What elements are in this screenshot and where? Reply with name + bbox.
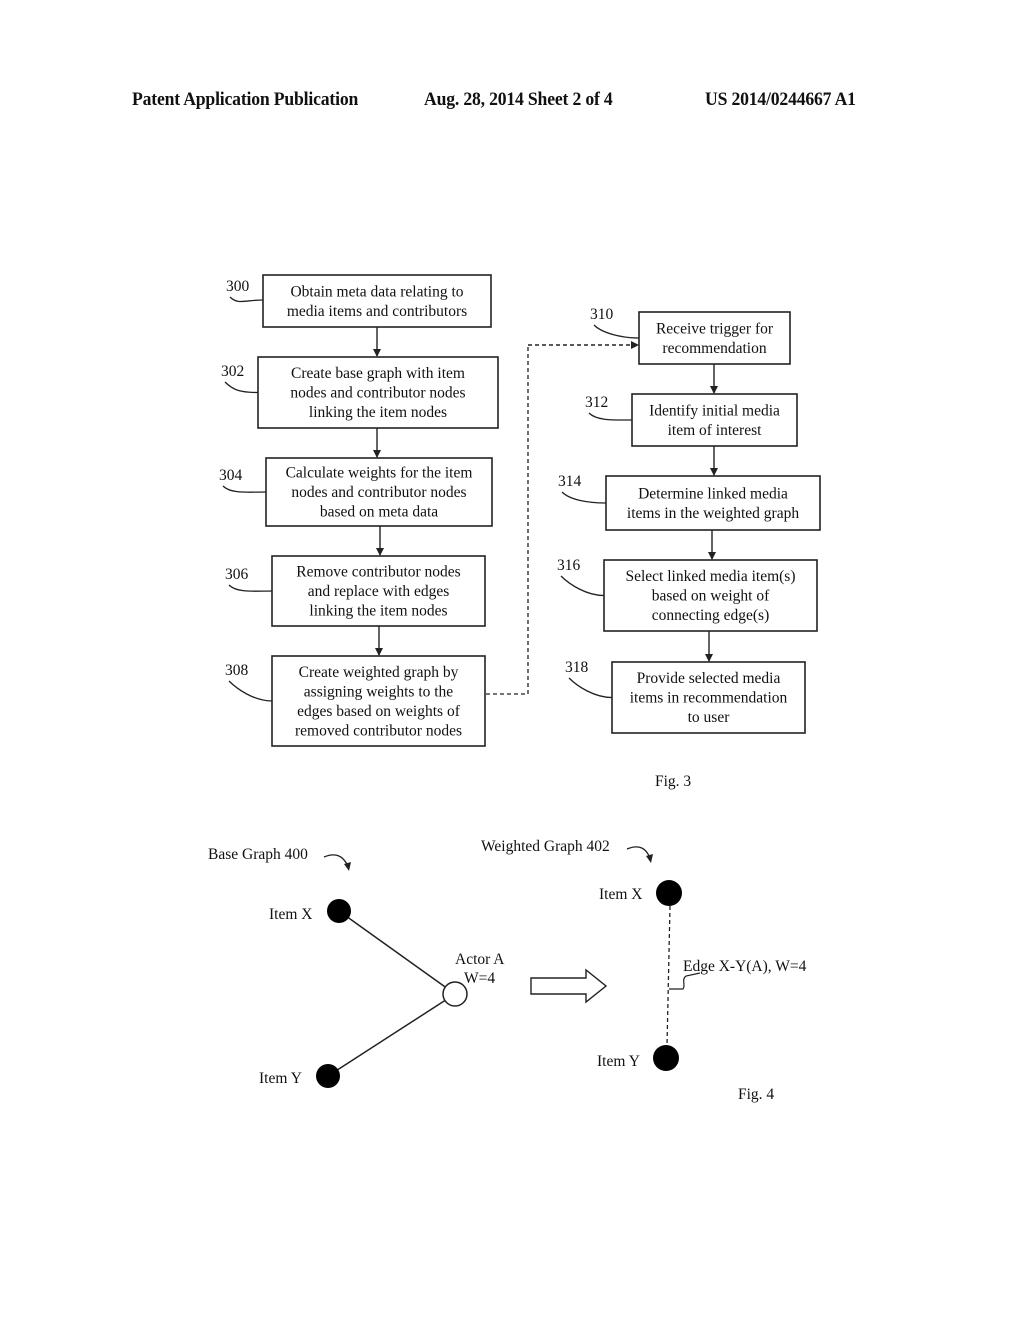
flow-step-text: edges based on weights of	[297, 703, 461, 720]
reference-numeral: 312	[585, 394, 608, 411]
flow-step-text: items in recommendation	[630, 690, 788, 707]
flow-step-text: nodes and contributor nodes	[291, 484, 466, 501]
figure-3-caption: Fig. 3	[655, 773, 691, 790]
base-graph: Base Graph 400 Item X Item Y Actor A W=4	[208, 846, 505, 1088]
edge-item-x-actor	[338, 910, 456, 995]
reference-leader	[228, 680, 273, 702]
item-y-label: Item Y	[259, 1070, 302, 1087]
base-graph-pointer-head	[344, 862, 351, 871]
flow-step-text: and replace with edges	[308, 583, 450, 600]
reference-numeral: 304	[219, 467, 243, 484]
weighted-edge-x-y	[666, 905, 671, 1047]
flow-step-text: Create weighted graph by	[299, 664, 459, 681]
actor-a-weight: W=4	[464, 970, 495, 987]
flow-step-text: Determine linked media	[638, 485, 788, 502]
reference-numeral: 302	[221, 363, 244, 380]
flow-step-text: Provide selected media	[637, 670, 781, 687]
weighted-graph-title: Weighted Graph 402	[481, 838, 610, 855]
flow-step-302: Create base graph with item nodes and con…	[221, 356, 499, 429]
reference-leader	[568, 677, 613, 699]
figure-3-flowchart: Obtain meta data relating to media items …	[219, 274, 821, 747]
flow-step-text: Identify initial media	[649, 402, 780, 419]
reference-leader	[224, 381, 259, 394]
flow-step-text: based on weight of	[652, 588, 770, 605]
reference-leader	[588, 412, 633, 421]
flow-step-text: Obtain meta data relating to	[290, 283, 463, 300]
item-y-node	[316, 1064, 340, 1088]
flow-step-text: connecting edge(s)	[652, 607, 770, 624]
reference-numeral: 318	[565, 659, 589, 676]
reference-leader	[561, 491, 607, 504]
flow-step-text: Create base graph with item	[291, 365, 465, 382]
reference-numeral: 314	[558, 473, 582, 490]
flow-step-308: Create weighted graph by assigning weight…	[225, 655, 486, 747]
edge-label: Edge X-Y(A), W=4	[683, 958, 807, 975]
item-x-label: Item X	[269, 906, 312, 923]
actor-a-label: Actor A	[455, 951, 505, 968]
flow-step-text: to user	[688, 709, 731, 726]
flow-step-text: assigning weights to the	[304, 683, 454, 700]
weighted-graph-pointer-head	[646, 854, 653, 863]
item-x-node	[656, 880, 682, 906]
reference-leader	[560, 575, 605, 597]
flow-step-text: recommendation	[662, 340, 766, 357]
flow-step-text: removed contributor nodes	[295, 722, 462, 739]
reference-leader	[593, 324, 640, 339]
flow-step-text: nodes and contributor nodes	[290, 385, 465, 402]
reference-leader	[222, 485, 267, 493]
flow-step-text: items in the weighted graph	[627, 505, 799, 522]
reference-numeral: 316	[557, 557, 581, 574]
flow-step-text: item of interest	[668, 422, 763, 439]
flow-step-312: Identify initial media item of interest 31…	[585, 393, 798, 447]
flow-step-text: Select linked media item(s)	[625, 568, 795, 585]
patent-drawing: Obtain meta data relating to media items …	[208, 274, 821, 1103]
reference-leader	[228, 584, 273, 592]
flow-step-300: Obtain meta data relating to media items …	[226, 274, 492, 328]
edge-actor-item-y	[327, 993, 456, 1077]
item-x-label: Item X	[599, 886, 642, 903]
flow-step-318: Provide selected media items in recommend…	[565, 659, 806, 734]
flow-step-text: Remove contributor nodes	[296, 564, 460, 581]
flow-step-310: Receive trigger for recommendation 310	[590, 306, 791, 365]
reference-numeral: 308	[225, 662, 249, 679]
base-graph-title: Base Graph 400	[208, 846, 308, 863]
reference-leader	[229, 296, 264, 303]
flow-step-text: Receive trigger for	[656, 320, 774, 337]
flow-step-306: Remove contributor nodes and replace with…	[225, 555, 486, 627]
weighted-graph: Weighted Graph 402 Item X Item Y Edge X-…	[481, 838, 807, 1071]
item-x-node	[327, 899, 351, 923]
reference-numeral: 306	[225, 566, 249, 583]
flow-step-text: linking the item nodes	[309, 404, 447, 421]
reference-numeral: 300	[226, 278, 250, 295]
transform-arrow-icon	[530, 968, 608, 1004]
edge-label-pointer	[669, 972, 701, 990]
flow-step-text: linking the item nodes	[309, 603, 447, 620]
flow-step-316: Select linked media item(s) based on weig…	[557, 557, 818, 632]
item-y-label: Item Y	[597, 1053, 640, 1070]
figure-4-caption: Fig. 4	[738, 1086, 774, 1103]
reference-numeral: 310	[590, 306, 614, 323]
item-y-node	[653, 1045, 679, 1071]
flow-step-304: Calculate weights for the item nodes and …	[219, 457, 493, 527]
flow-step-box	[605, 475, 821, 531]
flow-step-text: based on meta data	[320, 504, 438, 521]
flow-step-text: media items and contributors	[287, 303, 467, 320]
flow-step-text: Calculate weights for the item	[286, 465, 473, 482]
flow-step-314: Determine linked media items in the weigh…	[558, 473, 821, 531]
